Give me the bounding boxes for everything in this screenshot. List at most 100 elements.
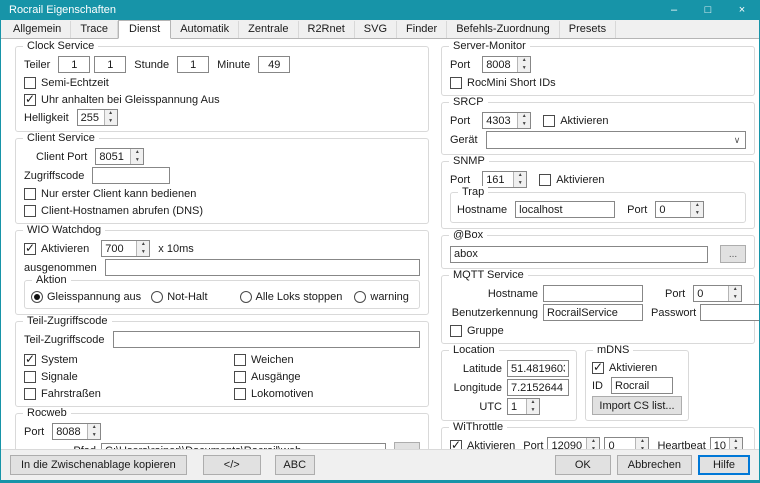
- spinner-arrows-icon[interactable]: [513, 172, 526, 187]
- srcp-port-stepper[interactable]: [482, 112, 531, 129]
- latitude-field[interactable]: [507, 360, 569, 377]
- withrottle-port-stepper[interactable]: [547, 437, 600, 449]
- teiler1-field[interactable]: [58, 56, 90, 73]
- sm-port-label: Port: [450, 59, 470, 71]
- helligkeit-field[interactable]: [78, 110, 104, 125]
- geraet-select[interactable]: [486, 131, 746, 149]
- spinner-arrows-icon[interactable]: [526, 399, 539, 414]
- dienst-tab-page: Clock Service Teiler Stunde Minute Semi-…: [1, 39, 759, 449]
- dns-checkbox[interactable]: [24, 205, 36, 217]
- semi-echtzeit-checkbox[interactable]: [24, 77, 36, 89]
- rocweb-port-stepper[interactable]: [52, 423, 101, 440]
- mqtt-port-field[interactable]: [694, 286, 728, 301]
- spinner-arrows-icon[interactable]: [517, 57, 530, 72]
- ok-button[interactable]: OK: [555, 455, 611, 475]
- weichen-checkbox[interactable]: [234, 354, 246, 366]
- spinner-arrows-icon[interactable]: [517, 113, 530, 128]
- radio-warning[interactable]: [354, 291, 366, 303]
- heartbeat-stepper[interactable]: [710, 437, 743, 449]
- pfad-browse-button[interactable]: ...: [394, 442, 420, 449]
- mqtt-user-field[interactable]: [543, 304, 643, 321]
- utc-field[interactable]: [508, 399, 526, 414]
- tab-trace[interactable]: Trace: [71, 21, 118, 38]
- spinner-arrows-icon[interactable]: [586, 438, 599, 449]
- utc-stepper[interactable]: [507, 398, 540, 415]
- heartbeat-field[interactable]: [711, 438, 729, 449]
- wio-interval-field[interactable]: [102, 241, 136, 256]
- tab-zentrale[interactable]: Zentrale: [239, 21, 298, 38]
- tab-automatik[interactable]: Automatik: [171, 21, 239, 38]
- helligkeit-stepper[interactable]: [77, 109, 118, 126]
- longitude-field[interactable]: [507, 379, 569, 396]
- spinner-arrows-icon[interactable]: [104, 110, 117, 125]
- first-client-checkbox[interactable]: [24, 188, 36, 200]
- trap-hostname-field[interactable]: [515, 201, 615, 218]
- sm-port-stepper[interactable]: [482, 56, 531, 73]
- tab-befehls-zuordnung[interactable]: Befehls-Zuordnung: [447, 21, 560, 38]
- radio-alle-loks-stoppen[interactable]: [240, 291, 252, 303]
- withrottle-aktivieren-checkbox[interactable]: [450, 440, 462, 450]
- withrottle-port-field[interactable]: [548, 438, 586, 449]
- minimize-icon[interactable]: –: [657, 0, 691, 20]
- teiler2-field[interactable]: [94, 56, 126, 73]
- snmp-aktivieren-checkbox[interactable]: [539, 174, 551, 186]
- spinner-arrows-icon[interactable]: [87, 424, 100, 439]
- tab-allgemein[interactable]: Allgemein: [4, 21, 71, 38]
- withrottle-port2-stepper[interactable]: [604, 437, 649, 449]
- wio-interval-stepper[interactable]: [101, 240, 150, 257]
- import-cs-list-button[interactable]: Import CS list...: [592, 396, 682, 415]
- uhr-anhalten-checkbox[interactable]: [24, 94, 36, 106]
- rocweb-port-field[interactable]: [53, 424, 87, 439]
- help-button[interactable]: Hilfe: [698, 455, 750, 475]
- client-port-field[interactable]: [96, 149, 130, 164]
- mqtt-port-stepper[interactable]: [693, 285, 742, 302]
- radio-gleisspannung-aus[interactable]: [31, 291, 43, 303]
- mdns-id-field[interactable]: [611, 377, 673, 394]
- snmp-port-stepper[interactable]: [482, 171, 527, 188]
- tab-finder[interactable]: Finder: [397, 21, 447, 38]
- spinner-arrows-icon[interactable]: [635, 438, 648, 449]
- minute-field[interactable]: [258, 56, 290, 73]
- mqtt-hostname-field[interactable]: [543, 285, 643, 302]
- copy-to-clipboard-button[interactable]: In die Zwischenablage kopieren: [10, 455, 187, 475]
- close-icon[interactable]: ×: [725, 0, 759, 20]
- mqtt-pass-field[interactable]: [700, 304, 759, 321]
- tab-r2rnet[interactable]: R2Rnet: [299, 21, 355, 38]
- spinner-arrows-icon[interactable]: [136, 241, 149, 256]
- ausgaenge-checkbox[interactable]: [234, 371, 246, 383]
- spinner-arrows-icon[interactable]: [728, 286, 741, 301]
- wio-aktivieren-checkbox[interactable]: [24, 243, 36, 255]
- srcp-aktivieren-checkbox[interactable]: [543, 115, 555, 127]
- spinner-arrows-icon[interactable]: [130, 149, 143, 164]
- abox-browse-button[interactable]: ...: [720, 245, 746, 263]
- lokomotiven-checkbox[interactable]: [234, 388, 246, 400]
- spinner-arrows-icon[interactable]: [729, 438, 742, 449]
- signale-checkbox[interactable]: [24, 371, 36, 383]
- rocmini-checkbox[interactable]: [450, 77, 462, 89]
- system-checkbox[interactable]: [24, 354, 36, 366]
- tab-presets[interactable]: Presets: [560, 21, 616, 38]
- zugriffscode-field[interactable]: [92, 167, 170, 184]
- fahrstrassen-checkbox[interactable]: [24, 388, 36, 400]
- trap-port-field[interactable]: [656, 202, 690, 217]
- snmp-port-field[interactable]: [483, 172, 513, 187]
- trap-port-stepper[interactable]: [655, 201, 704, 218]
- abc-button[interactable]: ABC: [275, 455, 315, 475]
- abox-field[interactable]: [450, 246, 708, 263]
- mdns-aktivieren-checkbox[interactable]: [592, 362, 604, 374]
- client-port-stepper[interactable]: [95, 148, 144, 165]
- withrottle-port2-field[interactable]: [605, 438, 635, 449]
- tab-dienst[interactable]: Dienst: [118, 20, 171, 39]
- sm-port-field[interactable]: [483, 57, 517, 72]
- cancel-button[interactable]: Abbrechen: [617, 455, 692, 475]
- ausgenommen-field[interactable]: [105, 259, 420, 276]
- maximize-icon[interactable]: □: [691, 0, 725, 20]
- spinner-arrows-icon[interactable]: [690, 202, 703, 217]
- tab-svg[interactable]: SVG: [355, 21, 397, 38]
- code-button[interactable]: </>: [203, 455, 261, 475]
- stunde-field[interactable]: [177, 56, 209, 73]
- radio-not-halt[interactable]: [151, 291, 163, 303]
- srcp-port-field[interactable]: [483, 113, 517, 128]
- teil-zugriffscode-field[interactable]: [113, 331, 421, 348]
- gruppe-checkbox[interactable]: [450, 325, 462, 337]
